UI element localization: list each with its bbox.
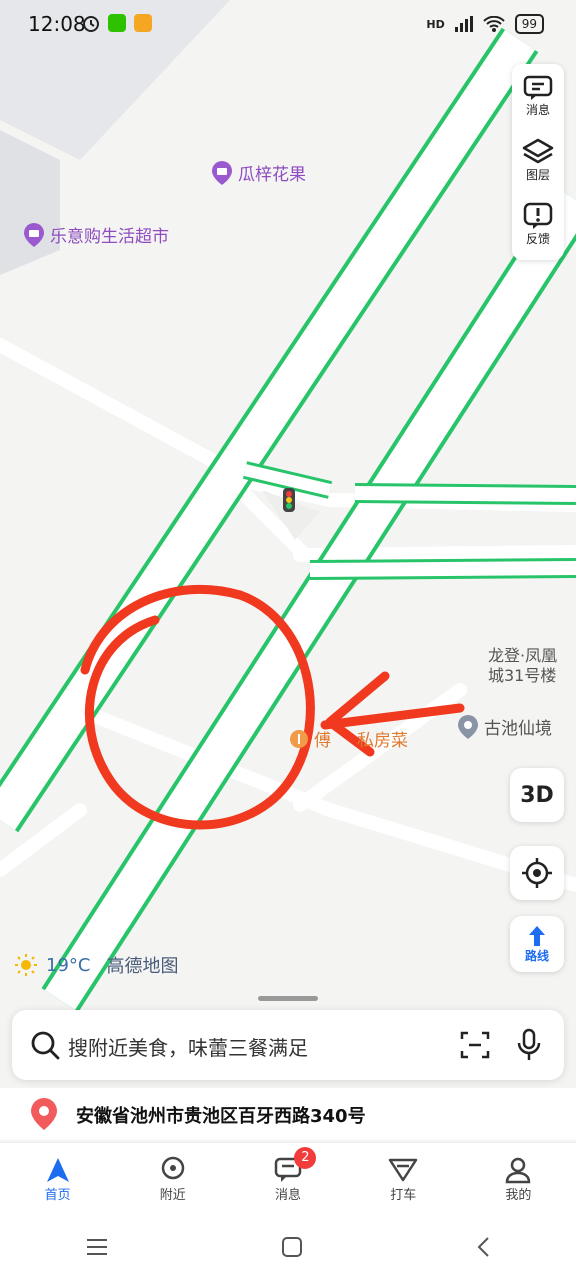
weather-temp: 19°C bbox=[46, 954, 91, 976]
alarm-icon bbox=[83, 16, 99, 32]
restaurant-icon bbox=[290, 729, 308, 748]
map-provider-logo: 高德地图 bbox=[106, 956, 179, 977]
app-notification-icon bbox=[134, 14, 152, 32]
bottom-nav: 首页 附近 消息 2 打车 我的 bbox=[0, 1142, 576, 1215]
weather-widget[interactable]: 19°C 高德地图 bbox=[14, 952, 178, 978]
nav-profile[interactable]: 我的 bbox=[461, 1143, 576, 1215]
messages-tool-button[interactable]: 消息 bbox=[512, 64, 564, 128]
traffic-light-icon bbox=[283, 488, 295, 512]
status-time: 12:08 bbox=[28, 12, 86, 36]
search-bar[interactable]: 搜附近美食，味蕾三餐满足 bbox=[12, 1010, 564, 1080]
messages-badge: 2 bbox=[294, 1147, 317, 1169]
status-bar: 12:08 HD 99 bbox=[0, 0, 576, 52]
map-roads bbox=[0, 0, 576, 1012]
signal-icon bbox=[454, 16, 473, 32]
drag-handle[interactable] bbox=[258, 996, 318, 1001]
shop-pin-icon bbox=[212, 160, 232, 185]
feedback-tool-button[interactable]: 反馈 bbox=[512, 192, 564, 256]
route-arrow-icon bbox=[529, 925, 545, 946]
locate-me-button[interactable] bbox=[510, 846, 564, 900]
search-icon bbox=[31, 1031, 60, 1060]
locate-icon bbox=[522, 858, 552, 888]
current-location-row[interactable]: 安徽省池州市贵池区百牙西路340号 bbox=[0, 1088, 576, 1140]
map-canvas[interactable]: 瓜梓花果 乐意购生活超市 龙登·凤凰城31号楼 古池仙境 傅私房菜 bbox=[0, 0, 576, 1012]
view-3d-button[interactable]: 3D bbox=[510, 768, 564, 822]
poi-restaurant[interactable]: 傅私房菜 bbox=[290, 726, 408, 751]
nearby-pin-icon bbox=[161, 1156, 185, 1179]
nav-messages[interactable]: 消息 2 bbox=[230, 1143, 345, 1215]
shop-pin-icon bbox=[24, 222, 44, 247]
layers-icon bbox=[522, 138, 554, 163]
location-pin-icon bbox=[31, 1098, 57, 1130]
navigation-arrow-icon bbox=[46, 1157, 69, 1182]
system-nav-bar bbox=[0, 1214, 576, 1280]
poi-guchi[interactable]: 古池仙境 bbox=[458, 714, 552, 739]
current-address: 安徽省池州市贵池区百牙西路340号 bbox=[76, 1106, 366, 1127]
message-icon bbox=[523, 75, 553, 100]
status-right-icons: HD 99 bbox=[426, 14, 544, 34]
back-icon[interactable] bbox=[476, 1236, 490, 1258]
scan-icon[interactable] bbox=[460, 1030, 490, 1060]
poi-longdeng[interactable]: 龙登·凤凰城31号楼 bbox=[488, 646, 568, 686]
network-type: HD bbox=[426, 17, 445, 31]
microphone-icon[interactable] bbox=[516, 1028, 542, 1062]
wechat-icon bbox=[108, 14, 126, 32]
map-toolbox: 消息 图层 反馈 bbox=[512, 64, 564, 260]
poi-leyigou[interactable]: 乐意购生活超市 bbox=[24, 222, 169, 247]
feedback-icon bbox=[523, 202, 553, 229]
home-icon[interactable] bbox=[281, 1236, 303, 1258]
route-button[interactable]: 路线 bbox=[510, 916, 564, 972]
layers-tool-button[interactable]: 图层 bbox=[512, 128, 564, 192]
poi-guazi[interactable]: 瓜梓花果 bbox=[212, 160, 306, 185]
sun-icon bbox=[15, 954, 37, 976]
user-icon bbox=[506, 1157, 531, 1183]
nav-taxi[interactable]: 打车 bbox=[346, 1143, 461, 1215]
taxi-icon bbox=[388, 1158, 418, 1181]
status-notification-icons bbox=[82, 14, 152, 32]
wifi-icon bbox=[483, 16, 505, 32]
menu-icon[interactable] bbox=[86, 1238, 108, 1256]
nav-nearby[interactable]: 附近 bbox=[115, 1143, 230, 1215]
nav-home[interactable]: 首页 bbox=[0, 1143, 115, 1215]
battery-indicator: 99 bbox=[514, 14, 544, 34]
location-pin-icon bbox=[458, 714, 478, 739]
search-placeholder: 搜附近美食，味蕾三餐满足 bbox=[68, 1036, 308, 1060]
